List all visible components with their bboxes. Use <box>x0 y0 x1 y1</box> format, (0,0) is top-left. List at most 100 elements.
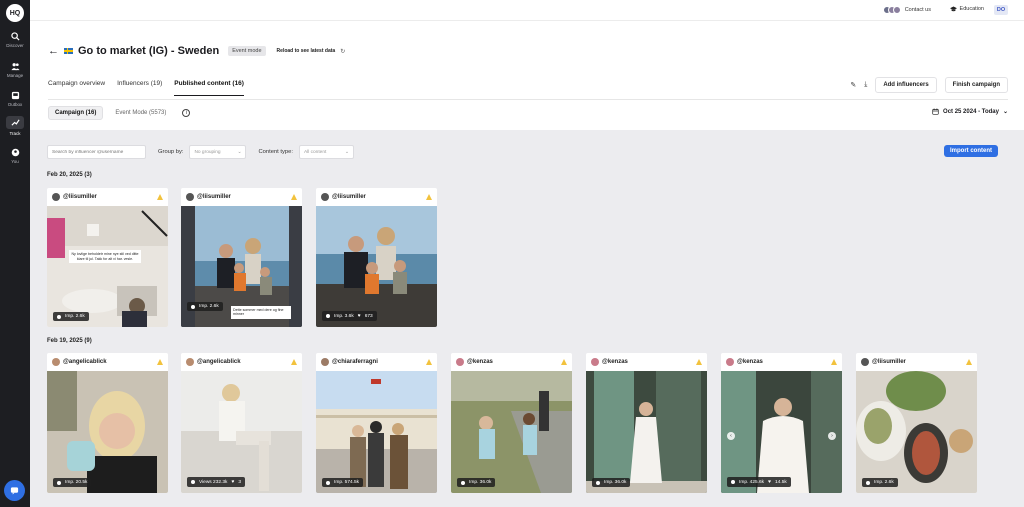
impressions-badge: Imp. 2.6k <box>862 478 898 487</box>
back-arrow-icon[interactable]: ← <box>48 45 59 57</box>
nav-label: Outbox <box>7 102 23 107</box>
post-thumbnail[interactable]: Dette sommer med dere og fine minner Imp… <box>181 206 302 327</box>
trend-icon <box>10 119 20 126</box>
segment-campaign[interactable]: Campaign (16) <box>48 106 104 120</box>
impressions-badge: Imp. 425.6k ♥ 14.5k <box>727 477 791 487</box>
influencer-handle[interactable]: @liisumiller <box>872 359 963 365</box>
nav-label: Discover <box>6 43 24 48</box>
warning-icon[interactable] <box>831 359 837 365</box>
impressions-icon <box>326 314 330 318</box>
date-range-picker[interactable]: Oct 25 2024 - Today ⌄ <box>932 108 1008 115</box>
sweden-flag-icon <box>64 48 73 54</box>
post-thumbnail[interactable]: Imp. 3.6k ♥ 673 <box>316 206 437 327</box>
warning-icon[interactable] <box>291 194 297 200</box>
content-card[interactable]: @chiaraferragni Imp. 574.5k <box>316 353 437 493</box>
chat-button[interactable] <box>4 480 25 501</box>
impressions-badge: Imp. 36.0k <box>457 478 496 487</box>
post-thumbnail[interactable]: ‹ › Imp. 425.6k ♥ 14.5k <box>721 371 842 493</box>
impressions-value: Imp. 425.6k <box>739 479 765 485</box>
nav-item-you[interactable]: You <box>0 146 30 172</box>
impressions-value: Imp. 20.5k <box>65 480 88 485</box>
download-icon[interactable]: ⤓ <box>864 81 867 89</box>
reload-link[interactable]: Reload to see latest data <box>277 48 336 54</box>
post-thumbnail[interactable]: Imp. 36.0k <box>586 371 707 493</box>
content-card[interactable]: @liisumiller Dette sommer med dere og fi… <box>181 188 302 327</box>
contact-us-link[interactable]: Contact us <box>882 6 931 14</box>
influencer-handle[interactable]: @liisumiller <box>197 194 288 200</box>
carousel-next-button[interactable]: › <box>828 432 836 440</box>
post-caption: Ny lovlige beholdetr mine nye stil ved d… <box>69 250 141 264</box>
content-card[interactable]: @liisumiller Ny lovlige beholdetr mine n… <box>47 188 168 327</box>
heart-icon: ♥ <box>768 479 772 485</box>
influencer-handle[interactable]: @kenzas <box>737 359 828 365</box>
influencer-handle[interactable]: @liisumiller <box>332 194 423 200</box>
influencer-handle[interactable]: @kenzas <box>602 359 693 365</box>
inbox-icon <box>11 91 19 100</box>
pencil-icon[interactable]: ✎ <box>850 81 856 89</box>
warning-icon[interactable] <box>426 194 432 200</box>
content-card[interactable]: @liisumiller Imp. 3.6k ♥ 673 <box>316 188 437 327</box>
tab-influencers[interactable]: Influencers (19) <box>117 80 162 96</box>
chat-icon <box>10 487 19 495</box>
nav-label: You <box>11 159 19 164</box>
content-card[interactable]: @liisumiller Imp. 2.6k <box>856 353 977 493</box>
education-link[interactable]: Education <box>949 6 984 12</box>
impressions-value: Imp. 3.6k <box>334 313 354 319</box>
info-icon[interactable]: i <box>182 109 191 117</box>
segment-event-mode[interactable]: Event Mode (5573) <box>109 107 172 119</box>
graduation-cap-icon <box>949 6 957 12</box>
nav-item-manage[interactable]: Manage <box>0 60 30 86</box>
warning-icon[interactable] <box>696 359 702 365</box>
finish-campaign-button[interactable]: Finish campaign <box>944 77 1008 93</box>
content-card[interactable]: @kenzas Imp. 36.0k <box>451 353 572 493</box>
post-thumbnail[interactable]: Ny lovlige beholdetr mine nye stil ved d… <box>47 206 168 327</box>
thumbnail-image <box>856 371 977 493</box>
warning-icon[interactable] <box>157 359 163 365</box>
chevron-down-icon: ⌄ <box>237 149 242 155</box>
education-label: Education <box>959 6 984 12</box>
tab-campaign-overview[interactable]: Campaign overview <box>48 80 105 96</box>
post-thumbnail[interactable]: Views 232.3k ♥ 3 <box>181 371 302 493</box>
influencer-handle[interactable]: @angelicablick <box>63 359 154 365</box>
content-card[interactable]: @kenzas ‹ › Imp. 425.6k ♥ 14.5k <box>721 353 842 493</box>
warning-icon[interactable] <box>426 359 432 365</box>
warning-icon[interactable] <box>561 359 567 365</box>
impressions-icon <box>57 480 61 485</box>
influencer-handle[interactable]: @chiaraferragni <box>332 359 423 365</box>
content-card[interactable]: @kenzas Imp. 36.0k <box>586 353 707 493</box>
influencer-handle[interactable]: @angelicablick <box>197 359 288 365</box>
post-thumbnail[interactable]: Imp. 574.5k <box>316 371 437 493</box>
content-card[interactable]: @angelicablick Views 232.3k ♥ 3 <box>181 353 302 493</box>
post-thumbnail[interactable]: Imp. 36.0k <box>451 371 572 493</box>
user-avatar[interactable]: DO <box>994 5 1008 15</box>
warning-icon[interactable] <box>291 359 297 365</box>
card-header: @liisumiller <box>47 188 168 206</box>
content-type-select[interactable]: All content ⌄ <box>298 145 354 159</box>
influencer-handle[interactable]: @kenzas <box>467 359 558 365</box>
post-caption: Dette sommer med dere og fine minner <box>231 305 291 319</box>
views-value: Views 232.3k <box>199 479 228 485</box>
nav-item-outbox[interactable]: Outbox <box>0 89 30 115</box>
search-input[interactable] <box>47 145 146 159</box>
post-thumbnail[interactable]: Imp. 20.5k <box>47 371 168 493</box>
carousel-prev-button[interactable]: ‹ <box>727 432 735 440</box>
date-range-label: Oct 25 2024 - Today <box>943 108 999 115</box>
tabs: Campaign overview Influencers (19) Publi… <box>48 80 244 96</box>
import-content-button[interactable]: Import content <box>944 145 998 157</box>
tab-published-content[interactable]: Published content (16) <box>174 80 244 96</box>
add-influencers-button[interactable]: Add influencers <box>875 77 937 93</box>
warning-icon[interactable] <box>966 359 972 365</box>
person-icon <box>11 148 19 157</box>
warning-icon[interactable] <box>157 194 163 200</box>
post-thumbnail[interactable]: Imp. 2.6k <box>856 371 977 493</box>
group-by-select[interactable]: No grouping ⌄ <box>189 145 247 159</box>
refresh-icon[interactable]: ↻ <box>340 48 345 55</box>
avatar <box>186 193 194 201</box>
app-logo[interactable]: HQ <box>6 4 24 22</box>
title-row: ← Go to market (IG) - Sweden Event mode … <box>48 45 345 57</box>
group-date-header: Feb 19, 2025 (9) <box>47 338 92 344</box>
content-card[interactable]: @angelicablick Imp. 20.5k <box>47 353 168 493</box>
nav-item-discover[interactable]: Discover <box>0 30 30 56</box>
influencer-handle[interactable]: @liisumiller <box>63 194 154 200</box>
nav-item-track[interactable]: Track <box>0 116 30 142</box>
